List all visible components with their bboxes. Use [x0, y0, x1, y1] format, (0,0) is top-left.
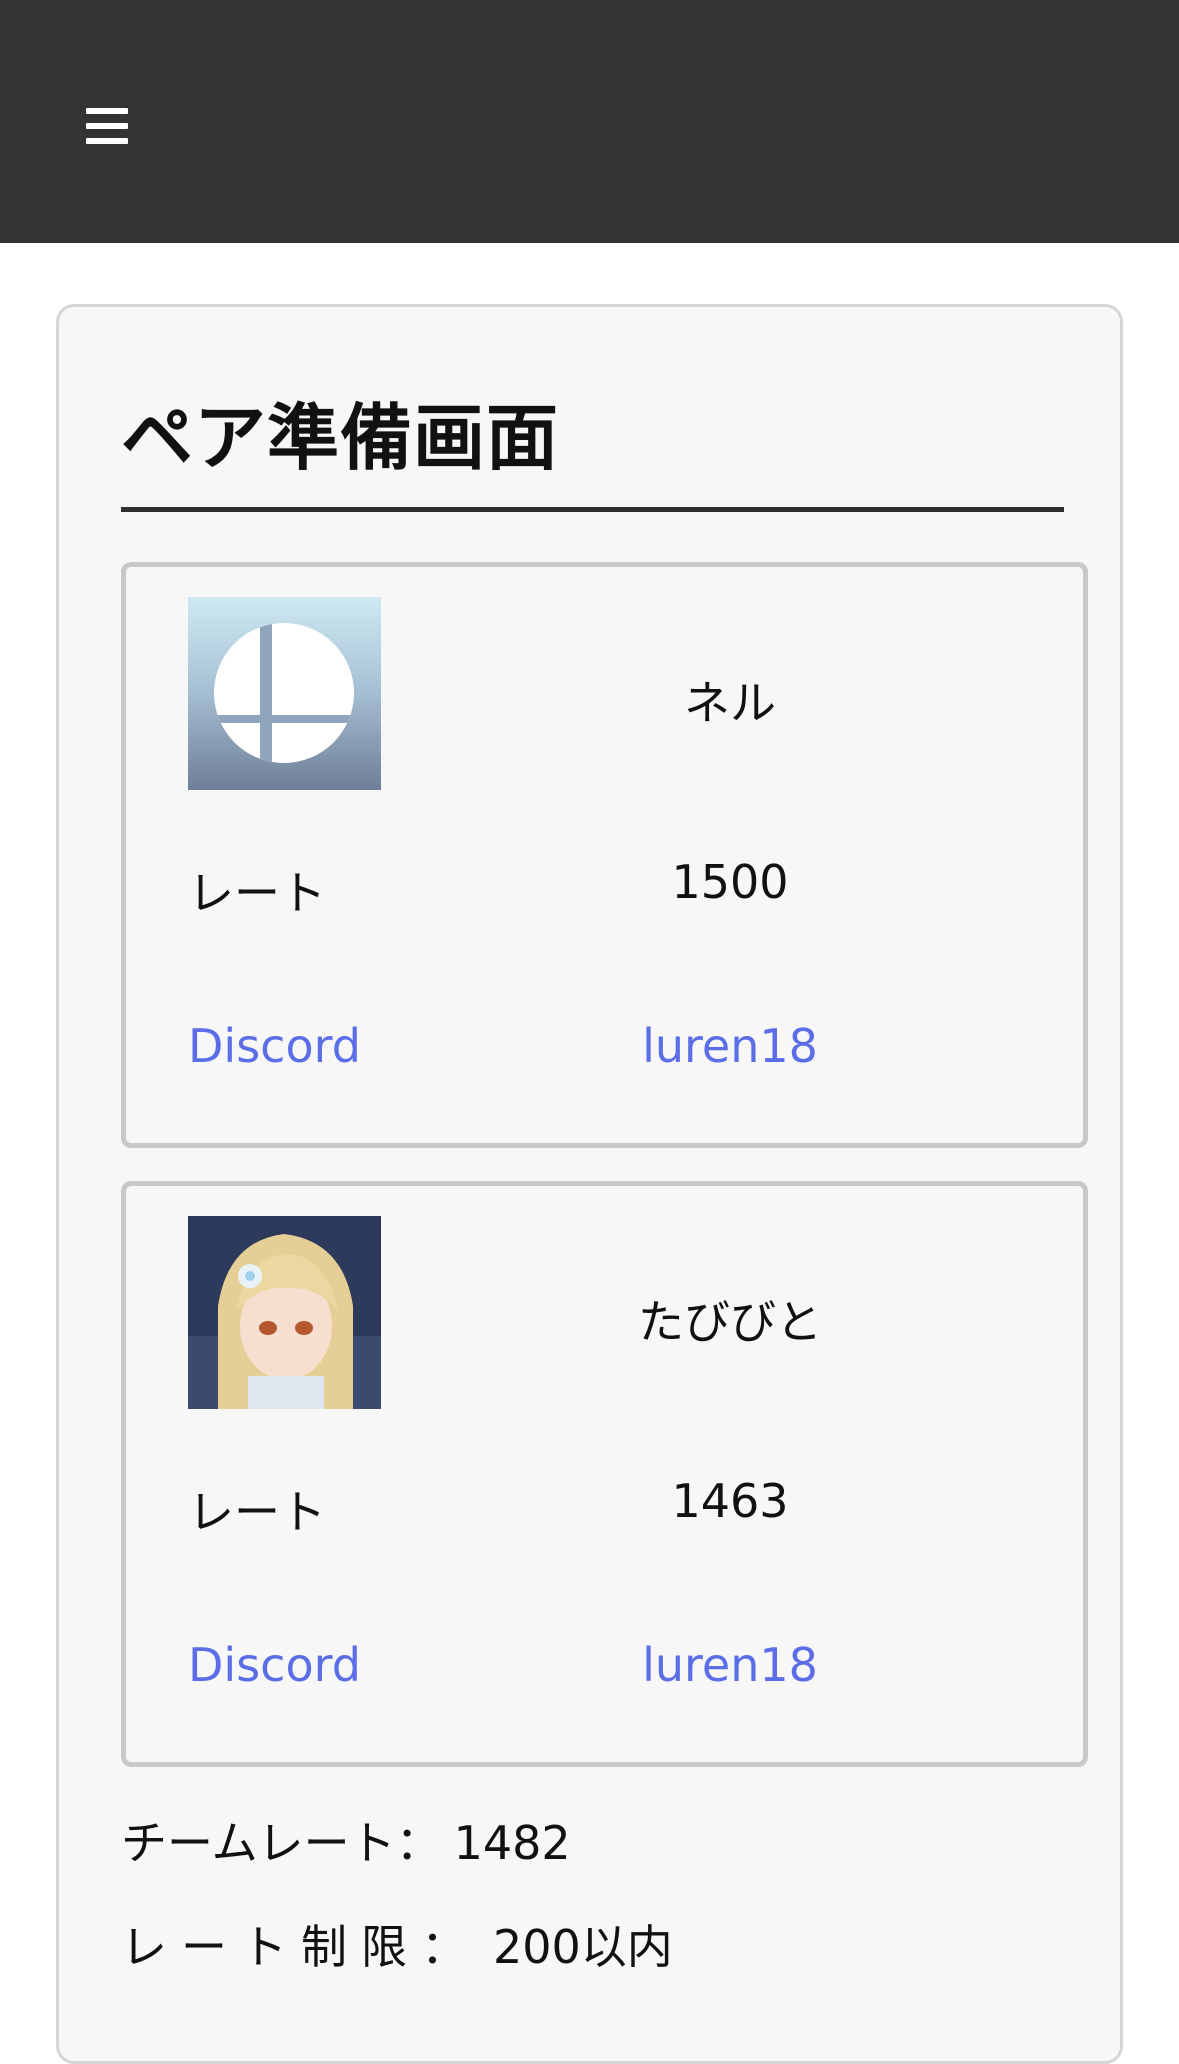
discord-id-link[interactable]: luren18: [642, 1019, 818, 1073]
rate-limit-value: 200以内: [493, 1920, 673, 1974]
discord-link[interactable]: Discord: [188, 1638, 361, 1692]
smash-bros-logo-icon: [188, 597, 381, 790]
top-navigation-bar: [0, 0, 1179, 243]
player-card-2: たびびと レート 1463 Discord luren18: [121, 1181, 1088, 1767]
rate-value: 1500: [671, 855, 789, 909]
title-divider: [121, 507, 1064, 512]
hamburger-bar: [86, 138, 128, 144]
discord-id-link[interactable]: luren18: [642, 1638, 818, 1692]
rate-limit-row: レート制限： 200以内: [121, 1911, 673, 1977]
player-name: たびびと: [638, 1295, 822, 1349]
team-rate-label: チームレート：: [121, 1816, 442, 1870]
rate-label: レート: [188, 1485, 326, 1539]
player-name: ネル: [684, 676, 776, 730]
team-rate-value: 1482: [453, 1816, 571, 1870]
team-rate-row: チームレート： 1482: [121, 1807, 571, 1873]
rate-limit-label: レート制限：: [121, 1920, 481, 1974]
hamburger-bar: [86, 123, 128, 129]
pair-preparation-panel: ペア準備画面 ネル レート 1500 Discord luren18 たびびと …: [56, 304, 1123, 2064]
rate-label: レート: [188, 866, 326, 920]
hamburger-menu-icon[interactable]: [80, 104, 134, 148]
page-title: ペア準備画面: [121, 396, 560, 480]
player-card-1: ネル レート 1500 Discord luren18: [121, 562, 1088, 1148]
player-avatar: [188, 1216, 381, 1409]
hamburger-bar: [86, 108, 128, 114]
discord-link[interactable]: Discord: [188, 1019, 361, 1073]
rate-value: 1463: [671, 1474, 789, 1528]
